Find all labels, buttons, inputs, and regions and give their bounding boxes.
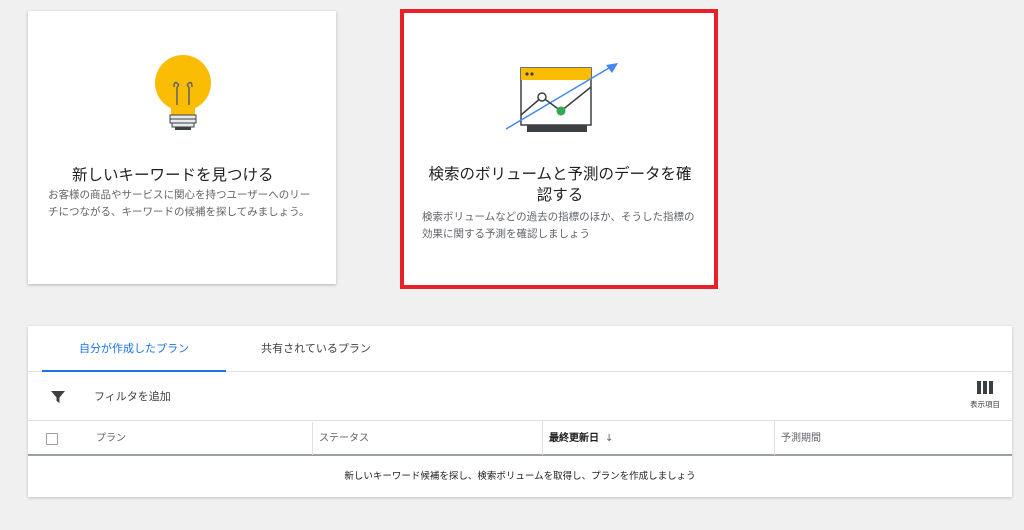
empty-state-message: 新しいキーワード候補を探し、検索ボリュームを取得し、プランを作成しましょう [344, 471, 696, 482]
column-header-forecast-period-label: 予測期間 [781, 433, 821, 444]
columns-label: 表示項目 [970, 400, 1000, 409]
filter-icon[interactable] [50, 389, 66, 405]
tab-my-plans[interactable]: 自分が作成したプラン [42, 326, 226, 372]
add-filter-button[interactable]: フィルタを追加 [94, 387, 171, 407]
sort-arrow-icon: ↓ [605, 433, 614, 444]
column-header-plan-label: プラン [96, 433, 126, 444]
columns-button[interactable]: 表示項目 [962, 381, 1008, 415]
trend-chart-icon [505, 63, 618, 132]
plans-tabs: 自分が作成したプラン 共有されているプラン [28, 326, 1012, 372]
column-header-status-label: ステータス [319, 433, 369, 444]
filter-bar: フィルタを追加 表示項目 [28, 373, 1012, 421]
forecast-title: 検索のボリュームと予測のデータを確認する [428, 165, 692, 204]
plans-panel: 自分が作成したプラン 共有されているプラン フィルタを追加 表示項目 プラン ス… [28, 326, 1012, 497]
forecast-description: 検索ボリュームなどの過去の指標のほか、そうした指標の効果に関する予測を確認しまし… [422, 211, 695, 240]
column-header-status[interactable]: ステータス [312, 422, 542, 455]
find-keywords-title: 新しいキーワードを見つける [72, 166, 274, 184]
columns-icon [977, 381, 993, 394]
find-keywords-card[interactable]: 新しいキーワードを見つける お客様の商品やサービスに関心を持つユーザーへのリーチ… [28, 11, 336, 284]
select-all-checkbox[interactable] [46, 433, 58, 445]
column-header-last-updated[interactable]: 最終更新日 ↓ [542, 422, 774, 455]
column-header-forecast-period[interactable]: 予測期間 [774, 422, 1012, 455]
column-header-last-updated-label: 最終更新日 [549, 433, 599, 444]
column-header-plan[interactable]: プラン [96, 422, 312, 455]
table-header: プラン ステータス 最終更新日 ↓ 予測期間 [28, 422, 1012, 456]
tab-shared-plans[interactable]: 共有されているプラン [246, 326, 386, 372]
find-keywords-description: お客様の商品やサービスに関心を持つユーザーへのリーチにつながる、キーワードの候補… [48, 189, 311, 218]
forecast-card[interactable]: 検索のボリュームと予測のデータを確認する 検索ボリュームなどの過去の指標のほか、… [400, 9, 718, 289]
lightbulb-icon [155, 55, 211, 130]
